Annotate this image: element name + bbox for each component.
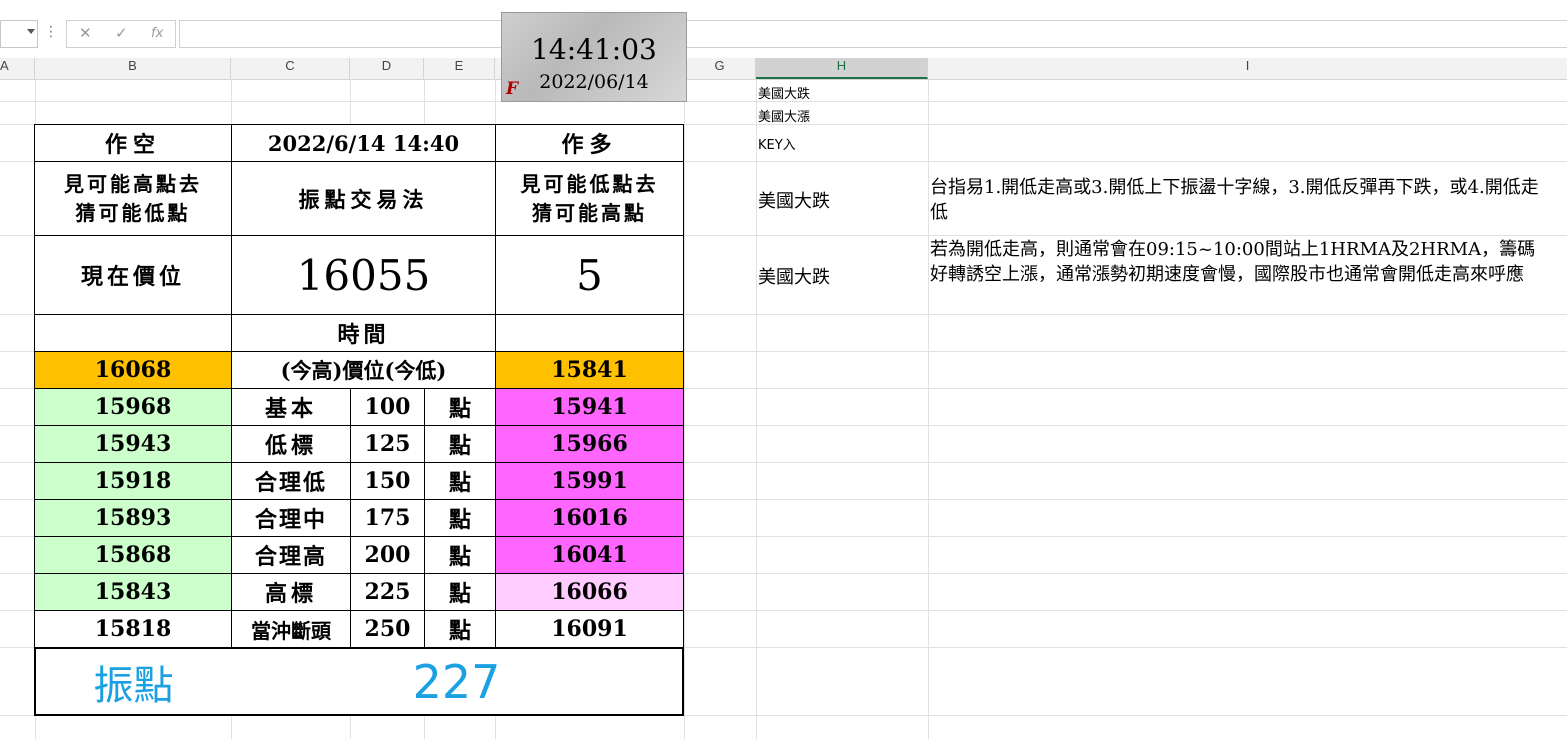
formula-buttons: ✕ ✓ fx [66,20,176,48]
level-name[interactable]: 高標 [231,573,351,611]
more-icon: ⋮ [44,24,58,40]
current-price[interactable]: 16055 [231,235,496,315]
col-header-h[interactable]: H [756,58,928,79]
long-value[interactable]: 16066 [495,573,684,611]
high-low-label[interactable]: (今高)價位(今低) [231,351,496,389]
col-header-i[interactable]: I [928,58,1567,79]
level-unit[interactable]: 點 [424,425,496,463]
level-points[interactable]: 150 [350,462,425,500]
col-header-e[interactable]: E [424,58,495,79]
level-points[interactable]: 175 [350,499,425,537]
col-header-g[interactable]: G [684,58,756,79]
price-right[interactable]: 5 [495,235,684,315]
chevron-down-icon[interactable] [27,29,35,34]
formula-bar: ⋮ ✕ ✓ fx [0,0,1567,58]
short-desc[interactable]: 見可能高點去 猜可能低點 [34,161,232,236]
long-desc[interactable]: 見可能低點去 猜可能高點 [495,161,684,236]
long-value[interactable]: 16041 [495,536,684,574]
long-value[interactable]: 15966 [495,425,684,463]
level-name[interactable]: 基本 [231,388,351,426]
level-unit[interactable]: 點 [424,499,496,537]
level-unit[interactable]: 點 [424,462,496,500]
name-box[interactable] [0,20,38,48]
note-i4[interactable]: 台指易1.開低走高或3.開低上下振盪十字線，3.開低反彈再下跌，或4.開低走低 [930,175,1540,225]
method-title[interactable]: 振點交易法 [231,161,496,236]
level-name[interactable]: 當沖斷頭 [231,610,351,648]
short-value[interactable]: 15818 [34,610,232,648]
long-value[interactable]: 16091 [495,610,684,648]
datetime-cell[interactable]: 2022/6/14 14:40 [231,124,496,162]
cancel-icon[interactable]: ✕ [79,24,92,42]
col-header-a[interactable]: A [0,58,35,79]
vibration-value[interactable]: 227 [231,647,684,716]
short-value[interactable]: 15843 [34,573,232,611]
fx-icon[interactable]: fx [151,26,163,41]
clock-time: 14:41:03 [531,33,657,66]
level-points[interactable]: 250 [350,610,425,648]
col-header-b[interactable]: B [35,58,231,79]
short-value[interactable]: 15943 [34,425,232,463]
today-low[interactable]: 15841 [495,351,684,389]
col-header-c[interactable]: C [231,58,350,79]
short-value[interactable]: 15868 [34,536,232,574]
long-value[interactable]: 15941 [495,388,684,426]
short-value[interactable]: 15893 [34,499,232,537]
formula-input[interactable] [179,20,1567,48]
level-points[interactable]: 200 [350,536,425,574]
short-value[interactable]: 15918 [34,462,232,500]
enter-icon[interactable]: ✓ [115,24,128,42]
note-h4[interactable]: 美國大跌 [758,187,830,213]
level-unit[interactable]: 點 [424,388,496,426]
col-header-d[interactable]: D [350,58,424,79]
long-value[interactable]: 15991 [495,462,684,500]
price-label[interactable]: 現在價位 [34,235,232,315]
short-desc-line1: 見可能高點去 [64,171,202,196]
short-label[interactable]: 作空 [34,124,232,162]
note-i5[interactable]: 若為開低走高，則通常會在09:15~10:00間站上1HRMA及2HRMA，籌碼… [930,237,1540,314]
level-points[interactable]: 100 [350,388,425,426]
blank-right[interactable] [495,314,684,352]
note-h5[interactable]: 美國大跌 [758,263,830,289]
long-desc-line1: 見可能低點去 [520,171,659,196]
level-name[interactable]: 合理中 [231,499,351,537]
level-name[interactable]: 低標 [231,425,351,463]
vibration-label[interactable]: 振點 [34,647,232,716]
level-unit[interactable]: 點 [424,610,496,648]
long-desc-line2: 猜可能高點 [532,200,647,225]
level-name[interactable]: 合理高 [231,536,351,574]
clock-widget[interactable]: 14:41:03 2022/06/14 F [501,12,687,102]
long-value[interactable]: 16016 [495,499,684,537]
blank-left[interactable] [34,314,232,352]
long-label[interactable]: 作多 [495,124,684,162]
note-h2[interactable]: 美國大漲 [758,106,810,125]
short-desc-line2: 猜可能低點 [75,200,191,225]
level-unit[interactable]: 點 [424,536,496,574]
short-value[interactable]: 15968 [34,388,232,426]
clock-logo-icon: F [506,79,519,99]
level-unit[interactable]: 點 [424,573,496,611]
level-points[interactable]: 225 [350,573,425,611]
column-headers: A B C D E F G H I [0,58,1567,80]
level-name[interactable]: 合理低 [231,462,351,500]
note-h1[interactable]: 美國大跌 [758,83,810,102]
note-h3[interactable]: KEY入 [758,134,796,153]
time-label[interactable]: 時間 [231,314,496,352]
clock-date: 2022/06/14 [539,71,649,93]
level-points[interactable]: 125 [350,425,425,463]
today-high[interactable]: 16068 [34,351,232,389]
